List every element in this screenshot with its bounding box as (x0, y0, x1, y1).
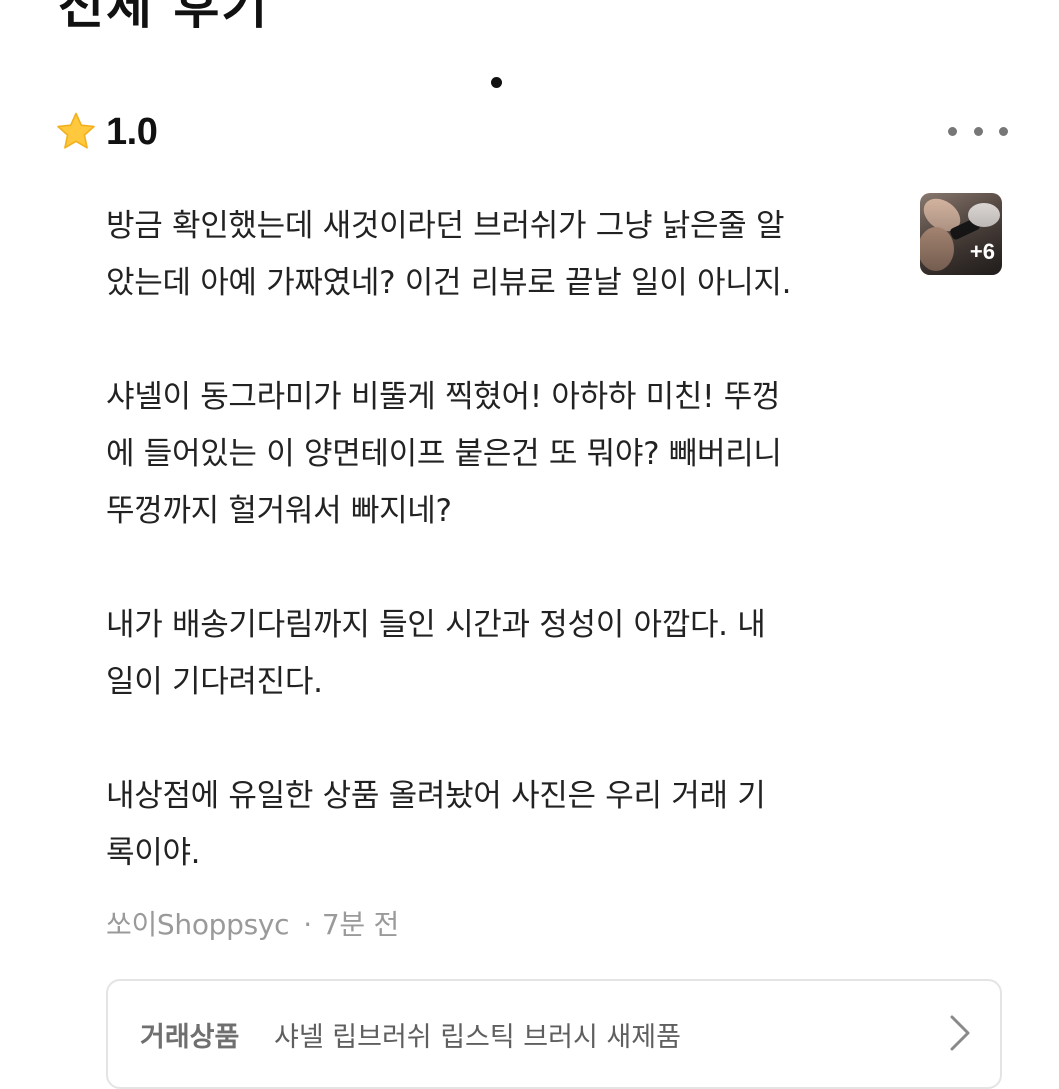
product-name: 샤넬 립브러쉬 립스틱 브러시 새제품 (274, 1022, 681, 1053)
review-paragraph: 내상점에 유일한 상품 올려놨어 사진은 우리 거래 기 록이야. (106, 778, 766, 871)
more-options-button[interactable] (948, 116, 1008, 146)
review-photo-thumbnail[interactable]: +6 (920, 193, 1002, 275)
chevron-right-icon (950, 1015, 970, 1051)
more-horizontal-icon (948, 126, 957, 136)
review-paragraph: 내가 배송기다림까지 들인 시간과 정성이 아깝다. 내 일이 기다려진다. (106, 607, 766, 700)
review-text: 방금 확인했는데 새것이라던 브러쉬가 그냥 낡은줄 알 았는데 아예 가짜였네… (106, 198, 896, 882)
author-name[interactable]: 쏘이Shoppsyc (106, 908, 290, 941)
star-icon (57, 112, 95, 149)
rating-row: 1.0 (54, 108, 158, 156)
review-paragraph: 샤넬이 동그라미가 비뚤게 찍혔어! 아하하 미친! 뚜껑 에 들어있는 이 양… (106, 379, 782, 529)
more-horizontal-icon-dot (973, 126, 983, 136)
product-label: 거래상품 (140, 1022, 240, 1053)
review-paragraph: 방금 확인했는데 새것이라던 브러쉬가 그냥 낡은줄 알 았는데 아예 가짜였네… (106, 208, 792, 301)
page-indicator-dot (491, 77, 502, 88)
rating-value: 1.0 (106, 110, 158, 153)
review-meta: 쏘이Shoppsyc · 7분 전 (106, 903, 399, 943)
more-horizontal-icon-dot (999, 126, 1008, 136)
photo-count-badge: +6 (969, 239, 995, 264)
page-title: 전체 후기 (58, 0, 270, 35)
review-time: 7분 전 (321, 908, 399, 941)
meta-separator: · (303, 908, 312, 941)
traded-product-card[interactable]: 거래상품 샤넬 립브러쉬 립스틱 브러시 새제품 (106, 979, 1002, 1089)
